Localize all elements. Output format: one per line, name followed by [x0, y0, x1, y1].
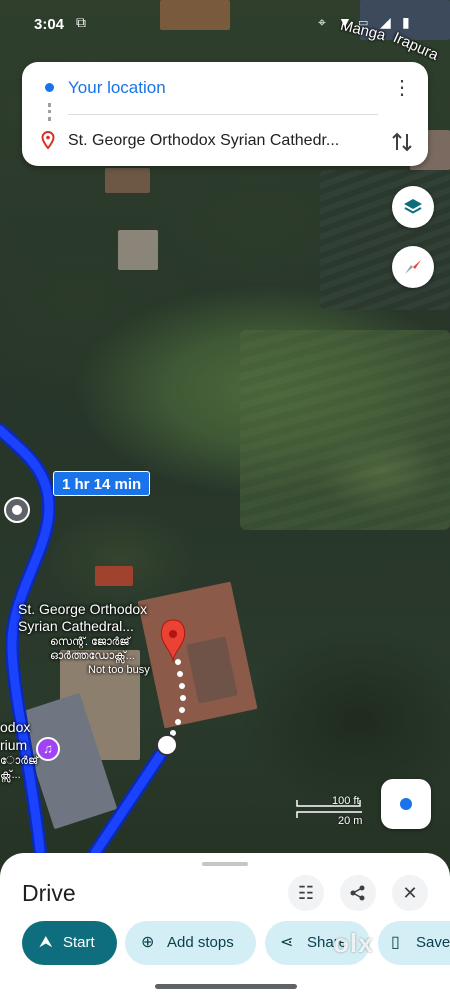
route-options-button[interactable]: ☷: [288, 875, 324, 911]
layers-icon: [404, 199, 422, 214]
close-button[interactable]: ✕: [392, 875, 428, 911]
my-location-icon: [400, 798, 412, 810]
add-stops-button[interactable]: ⊕ Add stops: [125, 921, 256, 965]
status-time: 3:04: [34, 16, 65, 33]
add-location-icon: ⊕: [141, 934, 155, 951]
nearby-place-line2: rium: [0, 737, 28, 753]
route-connector: [48, 103, 51, 121]
my-location-button[interactable]: [381, 779, 431, 829]
wifi-icon: ▼: [338, 14, 352, 30]
signal-icon: ◢: [380, 14, 391, 30]
battery-icon: ▮: [402, 14, 410, 30]
destination-field[interactable]: St. George Orthodox Syrian Cathedr...: [68, 132, 378, 150]
share-icon: [350, 885, 365, 901]
start-button[interactable]: ⮝ Start: [22, 921, 117, 965]
nearby-place-label[interactable]: odox rium ോർജ് ക്സ്...: [0, 718, 38, 782]
origin-dot-icon: [45, 83, 54, 92]
destination-pin-icon[interactable]: [160, 619, 186, 663]
start-label: Start: [63, 934, 95, 951]
place-name-line2: Syrian Cathedral...: [18, 618, 134, 634]
eta-badge[interactable]: 1 hr 14 min: [53, 471, 151, 496]
origin-field[interactable]: Your location: [68, 78, 166, 98]
swap-directions-icon[interactable]: [388, 128, 416, 156]
music-venue-icon[interactable]: ♫: [36, 737, 60, 761]
place-name-line1: St. George Orthodox: [18, 601, 148, 617]
gesture-nav-bar[interactable]: [155, 984, 297, 989]
save-label: Save: [416, 934, 450, 951]
place-local-line2: ഓർത്തഡോക്സ്...: [50, 650, 135, 662]
vowifi-icon: ▭: [358, 17, 369, 29]
mode-title: Drive: [22, 880, 76, 906]
watermark-logo: olx: [333, 928, 374, 958]
add-stops-label: Add stops: [167, 934, 234, 951]
location-icon: ⌖: [318, 14, 326, 30]
destination-marker-icon: [41, 131, 55, 149]
scale-label-m: 20 m: [338, 815, 363, 827]
place-pin-icon[interactable]: [3, 497, 31, 527]
share-icon: ⋖: [280, 934, 294, 951]
nearby-place-local-line1: ോർജ്: [0, 755, 39, 767]
route-endpoint: [156, 734, 178, 756]
walking-dots: [170, 659, 186, 736]
sheet-drag-handle[interactable]: [202, 862, 248, 866]
compass-icon: [405, 260, 421, 274]
notification-icon: ⧉: [76, 14, 86, 30]
scale-label-ft: 100 ft: [332, 795, 360, 807]
status-bar: 3:04 ⧉ ⌖ ▼ ▭ ◢ ▮: [0, 0, 450, 52]
destination-place-label[interactable]: St. George Orthodox Syrian Cathedral... …: [18, 601, 150, 677]
compass-button[interactable]: [392, 246, 434, 288]
card-divider: [68, 114, 378, 115]
share-route-button[interactable]: [340, 875, 376, 911]
nearby-place-line1: odox: [0, 719, 31, 735]
layers-button[interactable]: [392, 186, 434, 228]
place-local-line1: സെന്റ്. ജോർജ്: [50, 636, 130, 648]
place-busy-status: Not too busy: [88, 664, 150, 676]
navigation-arrow-icon: ⮝: [39, 934, 53, 951]
more-options-button[interactable]: ⋮: [390, 76, 414, 100]
nearby-place-local-line2: ക്സ്...: [0, 769, 21, 781]
